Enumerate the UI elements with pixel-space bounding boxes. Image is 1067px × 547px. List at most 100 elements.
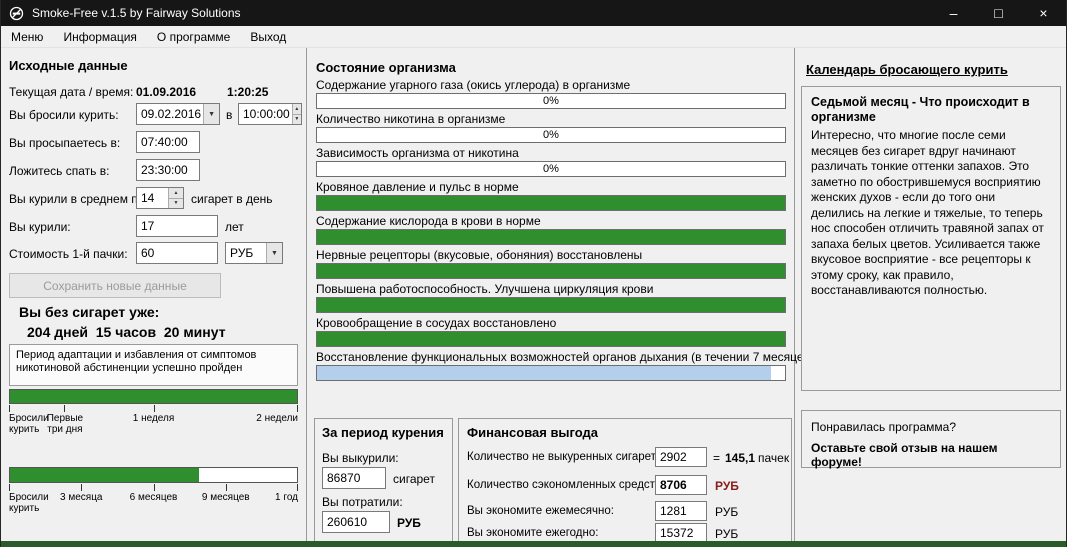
close-button-icon[interactable]: × (1021, 0, 1066, 26)
progress-fill (317, 366, 771, 380)
progress-fill (317, 298, 785, 312)
wake-time-input[interactable] (136, 131, 200, 153)
smoking-period-title: За период курения (322, 425, 452, 440)
window-controls: – □ × (931, 0, 1066, 26)
quit-time-value: 10:00:00 (239, 104, 292, 124)
body-state-bars: Содержание угарного газа (окись углерода… (316, 78, 786, 384)
chevron-down-icon[interactable]: ▼ (203, 104, 219, 124)
currency-value: РУБ (226, 243, 266, 263)
bar-label: Содержание кислорода в крови в норме (316, 214, 786, 229)
saved-currency: РУБ (715, 479, 739, 493)
scale-label: 3 месяца (60, 492, 102, 503)
timeline-2weeks-bar (9, 389, 298, 404)
body-state-panel: Состояние организма Содержание угарного … (308, 48, 795, 541)
calendar-panel: Календарь бросающего курить Седьмой меся… (796, 48, 1067, 541)
save-button[interactable]: Сохранить новые данные (9, 273, 221, 298)
yearly-savings-currency: РУБ (715, 527, 738, 541)
smoking-years-row: Вы курили: лет (9, 215, 303, 239)
timeline-1year-scale: Бросили курить 3 месяца 6 месяцев 9 меся… (9, 484, 298, 518)
quit-date-label: Вы бросили курить: (9, 108, 119, 122)
smoked-count-label: Вы выкурили: (322, 451, 399, 465)
app-window: Smoke-Free v.1.5 by Fairway Solutions – … (0, 0, 1067, 547)
timeline-2weeks-scale: Бросили курить Первые три дня 1 неделя 2… (9, 405, 298, 439)
menu-item-menu[interactable]: Меню (1, 27, 53, 47)
financial-box: Финансовая выгода Количество не выкуренн… (458, 418, 792, 544)
menubar: Меню Информация О программе Выход (1, 26, 1066, 48)
maximize-button-icon[interactable]: □ (976, 0, 1021, 26)
initial-data-title: Исходные данные (9, 58, 128, 73)
spent-input[interactable] (322, 511, 390, 533)
pack-cost-row: Стоимость 1-й пачки: РУБ ▼ (9, 242, 303, 266)
spinner-down-icon[interactable]: ▼ (169, 199, 183, 209)
sleep-time-label: Ложитесь спать в: (9, 164, 109, 178)
quit-date-select[interactable]: 09.02.2016 ▼ (136, 103, 220, 125)
sleep-time-row: Ложитесь спать в: (9, 159, 303, 183)
menu-item-about[interactable]: О программе (147, 27, 240, 47)
spinner-down-icon[interactable]: ▼ (293, 115, 301, 125)
tick-mark (9, 405, 10, 412)
cigarettes-per-day-suffix: сигарет в день (191, 192, 273, 206)
quit-date-value: 09.02.2016 (137, 104, 203, 124)
menu-item-exit[interactable]: Выход (240, 27, 296, 47)
spinner-buttons: ▲ ▼ (168, 188, 183, 208)
spinner-up-icon[interactable]: ▲ (293, 104, 301, 115)
saved-label: Количество сэкономленных средств: (467, 479, 664, 491)
scale-label: 1 год (275, 492, 298, 503)
sleep-time-input[interactable] (136, 159, 200, 181)
currency-select[interactable]: РУБ ▼ (225, 242, 283, 264)
smoking-years-input[interactable] (136, 215, 218, 237)
smoking-years-label: Вы курили: (9, 220, 71, 234)
monthly-savings-input[interactable] (655, 501, 707, 521)
bar-label: Кровообращение в сосудах восстановлено (316, 316, 786, 331)
progress-text: 0% (317, 163, 785, 175)
feedback-cta-link[interactable]: Оставьте свой отзыв на нашем форуме! (811, 441, 1051, 469)
pack-cost-input[interactable] (136, 242, 218, 264)
scale-label: 1 неделя (133, 413, 175, 424)
progress-fill (317, 264, 785, 278)
smoke-free-duration-label: Вы без сигарет уже: (19, 304, 159, 320)
pack-cost-label: Стоимость 1-й пачки: (9, 247, 128, 261)
tick-mark (297, 405, 298, 412)
smoking-period-box: За период курения Вы выкурили: сигарет В… (314, 418, 453, 542)
scale-label: 2 недели (256, 413, 298, 424)
financial-title: Финансовая выгода (467, 425, 791, 440)
progress-fill (10, 468, 199, 482)
spinner-up-icon[interactable]: ▲ (169, 188, 183, 199)
chevron-down-icon[interactable]: ▼ (266, 243, 282, 263)
yearly-savings-input[interactable] (655, 523, 707, 543)
progress-bar (316, 229, 786, 245)
body-state-item: Количество никотина в организме 0% (316, 112, 786, 143)
monthly-savings-row: Вы экономите ежемесячно: РУБ (459, 501, 791, 523)
bar-label: Нервные рецепторы (вкусовые, обоняния) в… (316, 248, 786, 263)
progress-bar (316, 297, 786, 313)
tick-mark (297, 484, 298, 491)
spent-label: Вы потратили: (322, 495, 403, 509)
calendar-title-link[interactable]: Календарь бросающего курить (806, 62, 1008, 77)
cigarettes-per-day-spinner[interactable]: 14 ▲ ▼ (136, 187, 184, 209)
saved-input[interactable] (655, 475, 707, 495)
not-smoked-input[interactable] (655, 447, 707, 467)
menu-item-information[interactable]: Информация (53, 27, 146, 47)
bar-label: Зависимость организма от никотина (316, 146, 786, 161)
body-state-item: Нервные рецепторы (вкусовые, обоняния) в… (316, 248, 786, 279)
body-state-item: Повышена работоспособность. Улучшена цир… (316, 282, 786, 313)
cigarettes-per-day-value: 14 (137, 188, 168, 208)
scale-label: Первые три дня (43, 413, 87, 435)
progress-fill (10, 390, 297, 403)
not-smoked-row: Количество не выкуренных сигарет: = 145,… (459, 447, 791, 469)
current-datetime-row: Текущая дата / время: 01.09.2016 1:20:25 (9, 80, 303, 104)
smoked-count-input[interactable] (322, 467, 386, 489)
yearly-savings-label: Вы экономите ежегодно: (467, 527, 598, 539)
wake-time-label: Вы просыпаетесь в: (9, 136, 120, 150)
progress-fill (317, 196, 785, 210)
scale-label: 6 месяцев (130, 492, 178, 503)
smoking-years-suffix: лет (225, 220, 244, 234)
progress-bar: 0% (316, 127, 786, 143)
progress-text: 0% (317, 95, 785, 107)
quit-time-spinner[interactable]: 10:00:00 ▲ ▼ (238, 103, 302, 125)
titlebar: Smoke-Free v.1.5 by Fairway Solutions – … (1, 0, 1066, 26)
minimize-button-icon[interactable]: – (931, 0, 976, 26)
feedback-question: Понравилась программа? (811, 420, 1051, 434)
article-title: Седьмой месяц - Что происходит в организ… (811, 95, 1051, 125)
scale-label: Бросили курить (9, 492, 51, 514)
